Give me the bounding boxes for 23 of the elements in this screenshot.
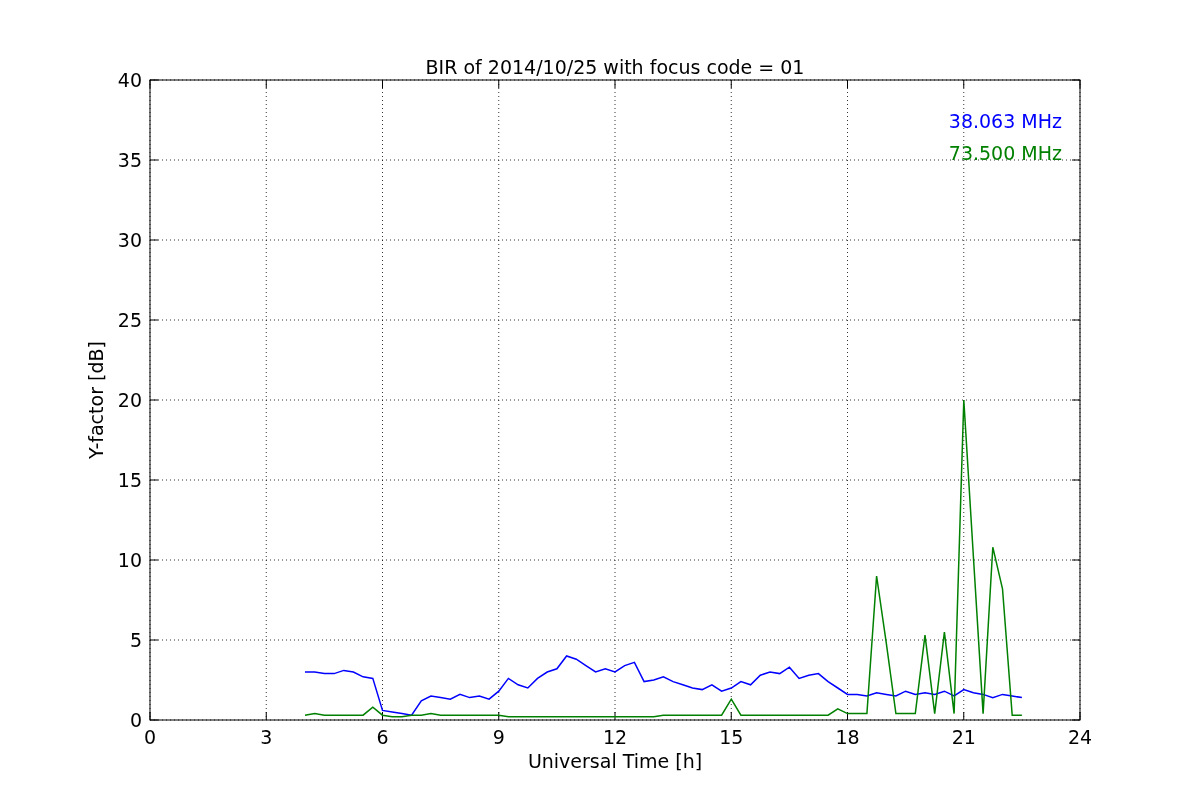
x-tick-label: 3 xyxy=(260,726,273,748)
x-axis-label: Universal Time [h] xyxy=(527,750,703,772)
x-tick-label: 18 xyxy=(835,726,860,748)
x-tick-label: 12 xyxy=(602,726,628,748)
y-tick-label: 35 xyxy=(117,149,142,171)
x-tick-label: 0 xyxy=(143,726,157,748)
y-tick-label: 0 xyxy=(129,709,142,731)
y-tick-label: 15 xyxy=(117,469,142,491)
chart-title: BIR of 2014/10/25 with focus code = 01 xyxy=(425,56,805,78)
x-tick-label: 21 xyxy=(951,726,976,748)
y-tick-label: 40 xyxy=(117,69,142,91)
y-tick-label: 5 xyxy=(129,629,142,651)
x-tick-label: 9 xyxy=(492,726,505,748)
legend-label: 38.063 MHz xyxy=(948,110,1062,132)
y-tick-label: 30 xyxy=(117,229,142,251)
x-tick-label: 24 xyxy=(1067,726,1093,748)
y-tick-label: 10 xyxy=(117,549,142,571)
x-tick-label: 6 xyxy=(376,726,389,748)
legend-label: 73.500 MHz xyxy=(948,142,1062,164)
y-tick-label: 25 xyxy=(117,309,142,331)
y-tick-label: 20 xyxy=(117,389,142,411)
x-tick-label: 15 xyxy=(719,726,744,748)
y-axis-label: Y-factor [dB] xyxy=(85,341,107,459)
